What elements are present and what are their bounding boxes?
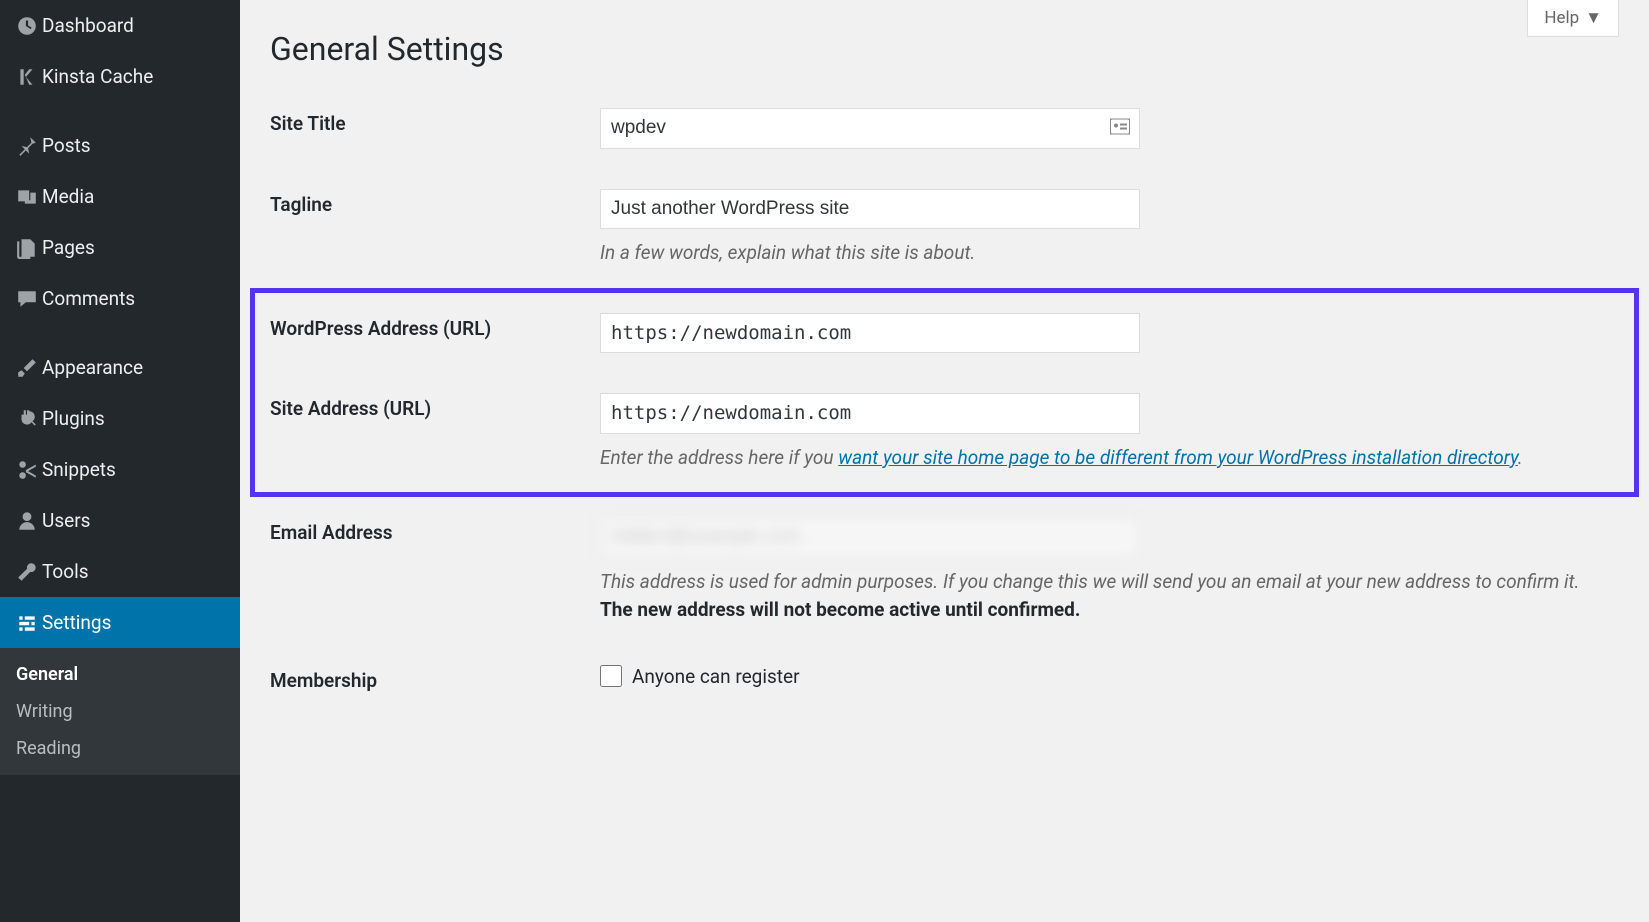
help-tab[interactable]: Help ▼ xyxy=(1527,0,1619,37)
card-icon xyxy=(1110,117,1130,140)
sidebar-item-users[interactable]: Users xyxy=(0,495,240,546)
email-label: Email Address xyxy=(270,497,600,645)
site-address-input[interactable] xyxy=(600,393,1140,434)
site-title-input[interactable] xyxy=(600,108,1140,149)
brush-icon xyxy=(12,357,42,379)
site-url-hint: Enter the address here if you want your … xyxy=(600,444,1609,473)
sidebar-item-label: Settings xyxy=(42,611,111,634)
wp-url-label: WordPress Address (URL) xyxy=(270,293,600,374)
submenu-item-reading[interactable]: Reading xyxy=(0,730,240,767)
media-icon xyxy=(12,186,42,208)
help-label: Help xyxy=(1544,8,1579,28)
wordpress-address-input[interactable] xyxy=(600,313,1140,354)
membership-label: Membership xyxy=(270,645,600,716)
sidebar-item-label: Snippets xyxy=(42,458,116,481)
url-highlight-box: WordPress Address (URL) Site Address (UR… xyxy=(250,288,1639,498)
sidebar-item-snippets[interactable]: Snippets xyxy=(0,444,240,495)
user-icon xyxy=(12,510,42,532)
tagline-label: Tagline xyxy=(270,169,600,288)
sidebar-item-pages[interactable]: Pages xyxy=(0,222,240,273)
site-url-hint-link[interactable]: want your site home page to be different… xyxy=(838,446,1518,469)
sidebar-item-settings[interactable]: Settings xyxy=(0,597,240,648)
sidebar-item-kinsta-cache[interactable]: Kinsta Cache xyxy=(0,51,240,102)
content-area: Help ▼ General Settings Site Title Tagli… xyxy=(240,0,1649,922)
settings-form: Site Title Tagline In a few words, expla… xyxy=(270,88,1619,288)
scissors-icon xyxy=(12,459,42,481)
admin-sidebar: Dashboard Kinsta Cache Posts Media Pages… xyxy=(0,0,240,922)
sidebar-item-tools[interactable]: Tools xyxy=(0,546,240,597)
sidebar-item-posts[interactable]: Posts xyxy=(0,120,240,171)
sidebar-item-appearance[interactable]: Appearance xyxy=(0,342,240,393)
membership-checkbox-label: Anyone can register xyxy=(632,665,800,688)
page-title: General Settings xyxy=(270,0,1619,88)
sidebar-item-label: Users xyxy=(42,509,90,532)
anyone-can-register-checkbox[interactable] xyxy=(600,665,622,687)
sidebar-item-label: Tools xyxy=(42,560,89,583)
site-title-label: Site Title xyxy=(270,88,600,169)
chevron-down-icon: ▼ xyxy=(1585,8,1602,28)
sidebar-item-label: Pages xyxy=(42,236,95,259)
dashboard-icon xyxy=(12,15,42,37)
sidebar-item-plugins[interactable]: Plugins xyxy=(0,393,240,444)
email-address-input[interactable] xyxy=(600,517,1140,558)
plug-icon xyxy=(12,408,42,430)
sidebar-item-label: Media xyxy=(42,185,94,208)
kinsta-icon xyxy=(12,66,42,88)
site-url-label: Site Address (URL) xyxy=(270,373,600,492)
sidebar-item-label: Comments xyxy=(42,287,135,310)
sidebar-item-label: Kinsta Cache xyxy=(42,65,153,88)
submenu-item-general[interactable]: General xyxy=(0,656,240,693)
sidebar-item-media[interactable]: Media xyxy=(0,171,240,222)
sidebar-item-dashboard[interactable]: Dashboard xyxy=(0,0,240,51)
pin-icon xyxy=(12,135,42,157)
submenu-item-writing[interactable]: Writing xyxy=(0,693,240,730)
pages-icon xyxy=(12,237,42,259)
sidebar-item-label: Plugins xyxy=(42,407,105,430)
sidebar-item-comments[interactable]: Comments xyxy=(0,273,240,324)
sidebar-item-label: Appearance xyxy=(42,356,143,379)
sidebar-item-label: Posts xyxy=(42,134,91,157)
tagline-input[interactable] xyxy=(600,189,1140,230)
tagline-hint: In a few words, explain what this site i… xyxy=(600,239,1609,268)
email-hint: This address is used for admin purposes.… xyxy=(600,568,1609,625)
wrench-icon xyxy=(12,561,42,583)
settings-submenu: General Writing Reading xyxy=(0,648,240,775)
comment-icon xyxy=(12,288,42,310)
sidebar-item-label: Dashboard xyxy=(42,14,134,37)
membership-checkbox-row[interactable]: Anyone can register xyxy=(600,665,1609,688)
settings-icon xyxy=(12,612,42,634)
